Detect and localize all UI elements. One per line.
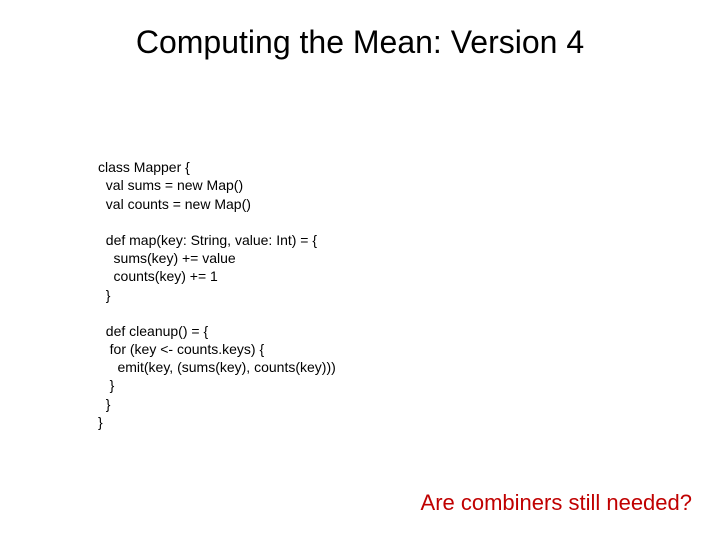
code-line: emit(key, (sums(key), counts(key))) xyxy=(98,359,336,375)
code-line: def map(key: String, value: Int) = { xyxy=(98,232,317,248)
code-line: val counts = new Map() xyxy=(98,196,251,212)
code-line: } xyxy=(98,396,110,412)
code-line: val sums = new Map() xyxy=(98,177,243,193)
code-line: sums(key) += value xyxy=(98,250,236,266)
code-line: for (key <- counts.keys) { xyxy=(98,341,264,357)
footnote-text: Are combiners still needed? xyxy=(421,490,692,516)
code-block: class Mapper { val sums = new Map() val … xyxy=(98,140,336,431)
slide: Computing the Mean: Version 4 class Mapp… xyxy=(0,0,720,540)
slide-title: Computing the Mean: Version 4 xyxy=(0,24,720,61)
code-line: class Mapper { xyxy=(98,159,190,175)
code-line: def cleanup() = { xyxy=(98,323,208,339)
code-line: } xyxy=(98,287,110,303)
code-line: counts(key) += 1 xyxy=(98,268,218,284)
code-line: } xyxy=(98,377,114,393)
code-line: } xyxy=(98,414,103,430)
